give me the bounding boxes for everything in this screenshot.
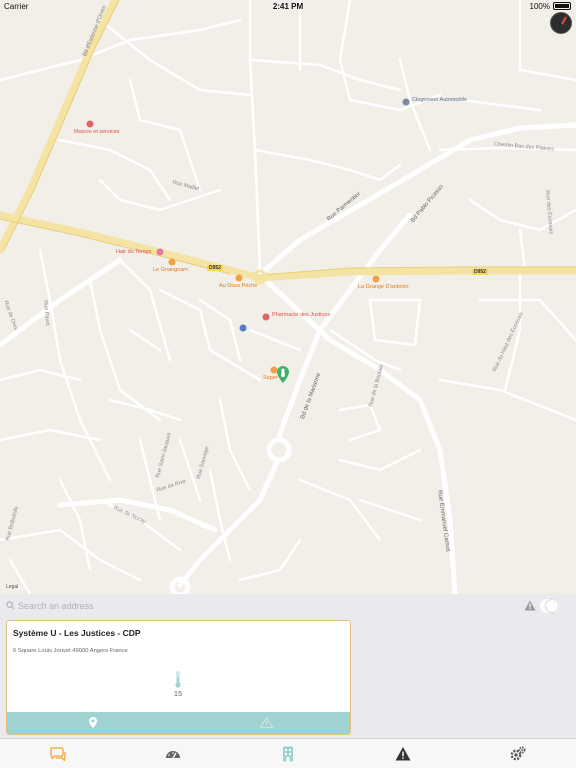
legal-link[interactable]: Legal	[6, 584, 18, 590]
poi-pin-icon[interactable]	[156, 248, 164, 256]
poi-super[interactable]: Super	[263, 375, 278, 381]
battery-icon	[553, 2, 571, 10]
warning-icon[interactable]	[260, 717, 273, 728]
road-shield-d952-east: D952	[472, 269, 488, 275]
poi-la-grange[interactable]: La Grange D'antonin	[358, 284, 409, 290]
clock: 2:41 PM	[272, 2, 304, 11]
battery-percent: 100%	[529, 2, 550, 11]
search-bar	[0, 594, 576, 618]
bottom-panel: Système U - Les Justices - CDP 6 Square …	[0, 594, 576, 738]
alert-toggle[interactable]	[540, 599, 560, 613]
poi-pin-icon[interactable]	[168, 258, 176, 266]
poi-pin-icon[interactable]	[402, 98, 410, 106]
poi-au-doux-peche[interactable]: Au Doux Péché	[219, 283, 257, 289]
poi-pin-icon[interactable]	[235, 274, 243, 282]
location-icon[interactable]	[89, 717, 97, 728]
building-icon[interactable]	[279, 745, 297, 763]
road-shield-d952-west: D952	[207, 265, 223, 271]
map-view[interactable]: Bd d'Estienne d'Orves Rue Maillet Rue Pa…	[0, 0, 576, 594]
bus-stop-icon[interactable]	[239, 324, 247, 332]
chat-icon[interactable]	[49, 745, 67, 763]
alert-icon[interactable]	[394, 745, 412, 763]
poi-pin-icon[interactable]	[86, 120, 94, 128]
poi-hair-du-temps[interactable]: Hair du Temps	[116, 249, 151, 255]
settings-icon[interactable]	[509, 745, 527, 763]
poi-pin-icon[interactable]	[262, 313, 270, 321]
temperature-value: 15	[173, 689, 183, 698]
search-icon	[6, 601, 15, 610]
poi-clogenson[interactable]: Clogenson Automobile	[412, 97, 467, 103]
card-actions	[7, 712, 350, 734]
poi-le-gnangnam[interactable]: Le Gnangnam	[153, 267, 188, 273]
thermometer-icon	[175, 671, 181, 688]
warning-icon[interactable]	[524, 600, 536, 611]
map-streets	[0, 0, 576, 594]
site-card[interactable]: Système U - Les Justices - CDP 6 Square …	[6, 620, 351, 735]
poi-pharmacie[interactable]: Pharmacie des Justices	[272, 312, 330, 318]
tab-bar	[0, 738, 576, 768]
search-input[interactable]	[18, 598, 318, 614]
site-address: 6 Square Louis Jouvet 49000 Angers Franc…	[13, 648, 128, 654]
poi-pin-icon[interactable]	[372, 275, 380, 283]
poi-maison-services[interactable]: Maison et services	[74, 129, 120, 135]
status-bar: Carrier 2:41 PM 100%	[0, 0, 576, 12]
map-marker-icon[interactable]	[277, 366, 289, 383]
site-title: Système U - Les Justices - CDP	[13, 628, 141, 638]
compass-button[interactable]	[550, 12, 572, 34]
dashboard-icon[interactable]	[164, 745, 182, 763]
